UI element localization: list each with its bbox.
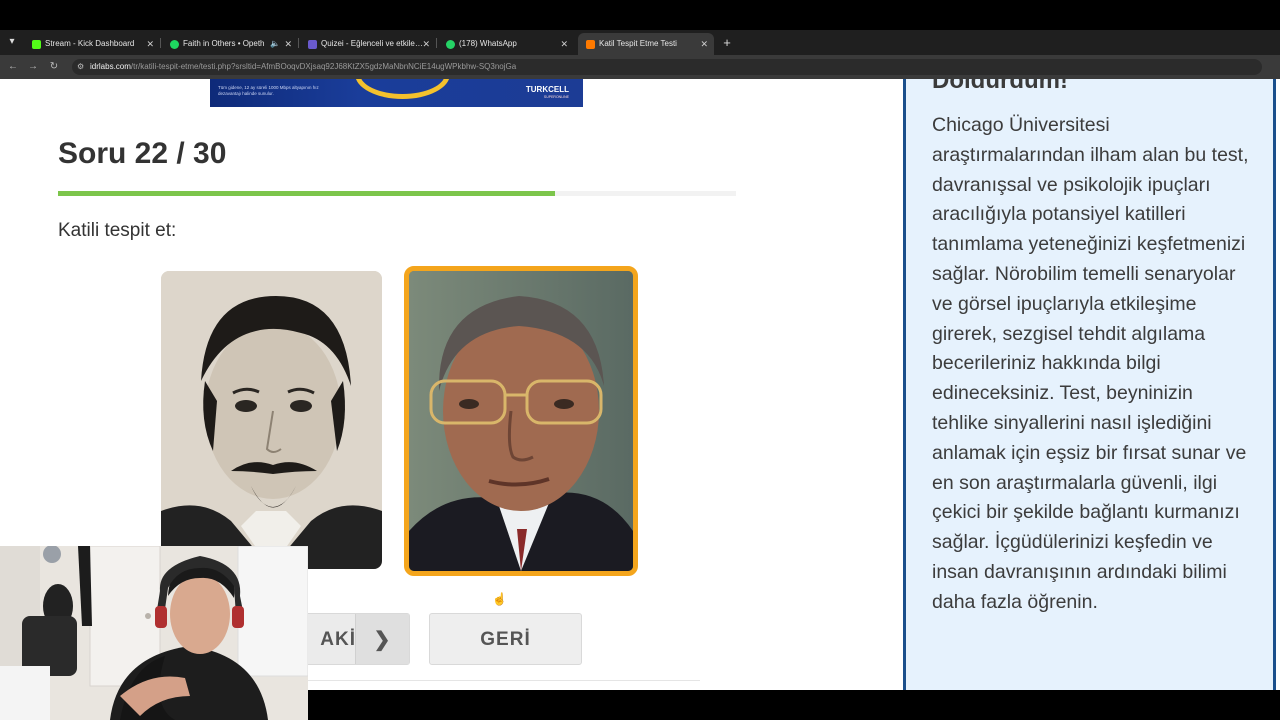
whatsapp-favicon-icon	[446, 39, 455, 49]
streamer-webcam-image	[0, 546, 308, 720]
sidebar-description: Chicago Üniversitesi araştırmalarından i…	[932, 114, 1249, 613]
tab-separator	[298, 38, 299, 48]
ad-fine-print: Tüm gidene, 12 ay süreli 1000 Mbps altya…	[218, 85, 319, 96]
idrlabs-favicon-icon	[586, 39, 595, 49]
top-black-bar	[0, 0, 1280, 30]
advertisement-banner[interactable]: Tüm gidene, 12 ay süreli 1000 Mbps altya…	[210, 79, 583, 107]
url-field[interactable]: ⚙ idrlabs.com/tr/katili-tespit-etme/test…	[72, 59, 1262, 75]
ad-brand-sub: SUPERONLINE	[543, 95, 569, 99]
divider	[300, 680, 700, 681]
answer-option-photo-2-selected[interactable]	[404, 266, 638, 576]
ad-brand: TURKCELL	[525, 85, 569, 94]
portrait-man-glasses-image	[409, 271, 633, 571]
tab-separator	[436, 38, 437, 48]
question-counter: Soru 22 / 30	[58, 137, 227, 170]
new-tab-button[interactable]: +	[720, 33, 734, 53]
tab-title: Katil Tespit Etme Testi	[599, 39, 677, 48]
close-icon[interactable]: ✕	[422, 33, 430, 55]
close-icon[interactable]: ✕	[560, 33, 568, 55]
address-bar-row: ← → ↻ ⚙ idrlabs.com/tr/katili-tespit-etm…	[0, 55, 1280, 79]
close-icon[interactable]: ✕	[700, 33, 708, 55]
back-button[interactable]: GERİ	[429, 613, 582, 665]
portrait-man-mustache-image	[161, 271, 382, 569]
tab-title: Quizei - Eğlenceli ve etkileşimli	[321, 39, 425, 48]
close-icon[interactable]: ✕	[146, 33, 154, 55]
sidebar-title: Doldurdum!	[932, 79, 1068, 94]
tab-whatsapp[interactable]: (178) WhatsApp ✕	[438, 33, 574, 55]
tab-katil-tespit[interactable]: Katil Tespit Etme Testi ✕	[578, 33, 714, 55]
quizei-favicon-icon	[308, 39, 317, 49]
tab-search-icon[interactable]: ▾	[4, 34, 20, 50]
progress-fill	[58, 191, 555, 196]
tab-title: Stream - Kick Dashboard	[45, 39, 135, 48]
question-prompt: Katili tespit et:	[58, 220, 177, 241]
tab-kick-dashboard[interactable]: Stream - Kick Dashboard ✕	[24, 33, 160, 55]
tab-spotify-opeth[interactable]: Faith in Others • Opeth 🔈 ✕	[162, 33, 298, 55]
url-host: idrlabs.com	[90, 62, 131, 71]
tab-title: Faith in Others • Opeth	[183, 39, 265, 48]
info-sidebar: Doldurdum! Chicago Üniversitesi araştırm…	[903, 79, 1276, 690]
chevron-right-icon: ❯	[355, 614, 409, 664]
mouse-cursor-icon: ☝	[492, 592, 507, 606]
tab-quizei[interactable]: Quizei - Eğlenceli ve etkileşimli ✕	[300, 33, 436, 55]
tab-separator	[160, 38, 161, 48]
back-arrow-icon[interactable]: ←	[6, 60, 20, 74]
tab-title: (178) WhatsApp	[459, 39, 517, 48]
answer-option-photo-1[interactable]	[161, 271, 382, 569]
speaker-icon[interactable]: 🔈	[270, 33, 280, 55]
progress-bar	[58, 191, 736, 196]
kick-favicon-icon	[32, 39, 41, 49]
ad-graphic	[355, 79, 450, 99]
url-path: /tr/katili-tespit-etme/testi.php?srsltid…	[130, 62, 517, 71]
webcam-overlay	[0, 546, 308, 720]
reload-icon[interactable]: ↻	[47, 60, 61, 74]
browser-tab-strip: ▾ Stream - Kick Dashboard ✕ Faith in Oth…	[0, 30, 1280, 55]
site-info-icon[interactable]: ⚙	[77, 59, 84, 75]
forward-arrow-icon[interactable]: →	[26, 60, 40, 74]
spotify-favicon-icon	[170, 39, 179, 49]
close-icon[interactable]: ✕	[284, 33, 292, 55]
